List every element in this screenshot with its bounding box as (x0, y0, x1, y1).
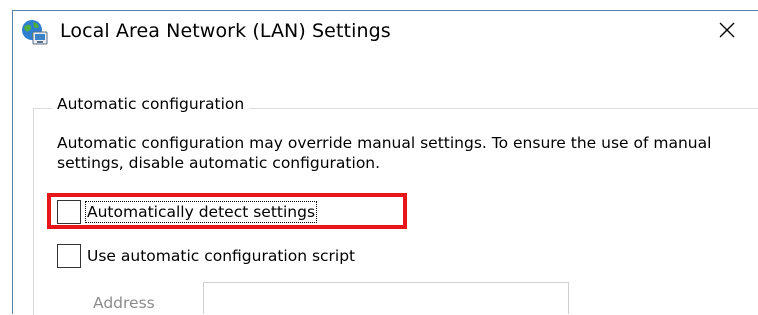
address-label: Address (93, 294, 155, 312)
auto-detect-settings-checkbox[interactable]: Automatically detect settings (57, 199, 318, 225)
automatic-configuration-description: Automatic configuration may override man… (57, 134, 712, 172)
use-config-script-label[interactable]: Use automatic configuration script (87, 247, 355, 265)
close-icon (718, 21, 736, 43)
group-title: Automatic configuration (52, 95, 250, 113)
auto-detect-checkbox-box[interactable] (57, 200, 81, 224)
window-title: Local Area Network (LAN) Settings (60, 20, 391, 42)
auto-detect-settings-label[interactable]: Automatically detect settings (84, 201, 318, 223)
close-button[interactable] (708, 12, 745, 52)
config-script-checkbox-box[interactable] (57, 244, 81, 268)
globe-network-icon (20, 18, 48, 46)
address-input[interactable] (203, 282, 569, 314)
lan-settings-dialog: Local Area Network (LAN) Settings Automa… (0, 0, 758, 315)
use-config-script-checkbox[interactable]: Use automatic configuration script (57, 243, 355, 269)
